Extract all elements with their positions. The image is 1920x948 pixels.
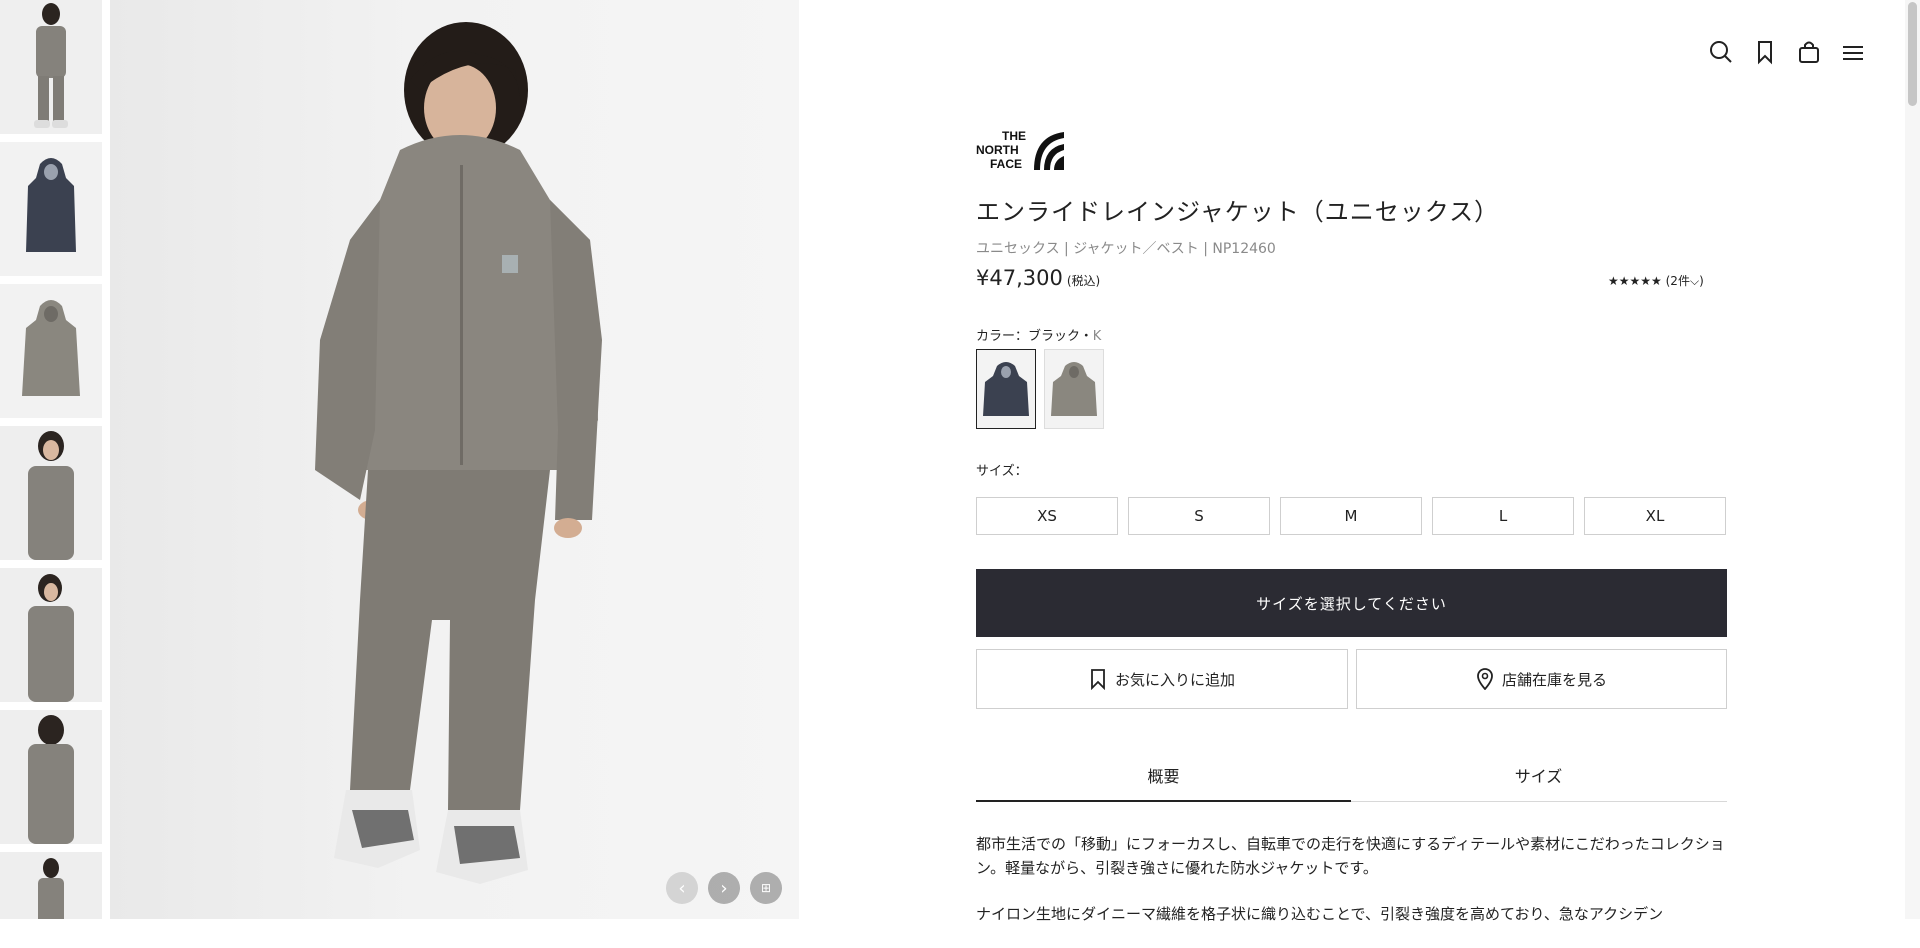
price-value: ¥47,300 [976,266,1063,290]
thumbnail-4[interactable] [0,426,102,560]
grid-icon[interactable]: ⊞ [750,872,782,904]
size-button-xl[interactable]: XL [1584,497,1726,535]
rating-stars: ★★★★★ [1608,274,1662,288]
scrollbar-thumb[interactable] [1908,2,1917,106]
tab-overview[interactable]: 概要 [976,748,1351,802]
rating-count: (2件 [1665,274,1690,288]
store-stock-button[interactable]: 店舗在庫を見る [1356,649,1727,709]
svg-text:NORTH: NORTH [976,143,1019,157]
thumbnail-list [0,0,102,919]
svg-text:FACE: FACE [990,157,1022,171]
color-swatch-black[interactable] [976,349,1036,429]
product-price: ¥47,300 (税込) [976,266,1100,290]
size-button-xs[interactable]: XS [976,497,1118,535]
menu-icon[interactable] [1839,38,1867,66]
tab-size[interactable]: サイズ [1351,748,1726,802]
thumbnail-2[interactable] [0,142,102,276]
product-title: エンライドレインジャケット（ユニセックス） [976,198,1500,226]
thumbnail-6[interactable] [0,710,102,844]
color-swatch-grey[interactable] [1044,349,1104,429]
bookmark-icon[interactable] [1751,38,1779,66]
color-label: カラー：ブラック・K [976,329,1102,344]
next-arrow-icon[interactable]: › [708,872,740,904]
product-description: 都市生活での「移動」にフォーカスし、自転車での走行を快適にするディテールや素材に… [976,832,1727,948]
brand-logo[interactable]: THE NORTH FACE [976,128,1066,176]
scrollbar[interactable] [1905,0,1920,919]
search-icon[interactable] [1707,38,1735,66]
svg-text:THE: THE [1002,129,1026,143]
thumbnail-5[interactable] [0,568,102,702]
favorite-label: お気に入りに追加 [1114,670,1235,689]
prev-arrow-icon[interactable]: ‹ [666,872,698,904]
thumbnail-1[interactable] [0,0,102,134]
size-label: サイズ： [976,464,1028,479]
thumbnail-7[interactable] [0,852,102,919]
description-paragraph-1: 都市生活での「移動」にフォーカスし、自転車での走行を快適にするディテールや素材に… [976,835,1725,877]
size-button-l[interactable]: L [1432,497,1574,535]
tax-note: (税込) [1066,274,1101,288]
main-product-image[interactable]: ‹ › ⊞ [110,0,799,919]
thumbnail-3[interactable] [0,284,102,418]
product-meta: ユニセックス | ジャケット／ベスト | NP12460 [976,241,1276,257]
color-code: K [1092,329,1102,344]
tab-active-indicator [976,800,1351,802]
bookmark-icon [1091,669,1105,690]
map-pin-icon [1477,668,1493,690]
size-button-m[interactable]: M [1280,497,1422,535]
description-paragraph-2: ナイロン生地にダイニーマ繊維を格子状に織り込むことで、引裂き強度を高めており、急… [976,905,1664,923]
add-to-cart-button[interactable]: サイズを選択してください [976,569,1727,637]
add-to-favorites-button[interactable]: お気に入りに追加 [976,649,1348,709]
size-button-s[interactable]: S [1128,497,1270,535]
shopping-bag-icon[interactable] [1795,38,1823,66]
rating[interactable]: ★★★★★ (2件⌵) [1608,272,1704,289]
chevron-down-icon: ⌵ [1689,274,1700,288]
store-label: 店舗在庫を見る [1501,670,1607,689]
